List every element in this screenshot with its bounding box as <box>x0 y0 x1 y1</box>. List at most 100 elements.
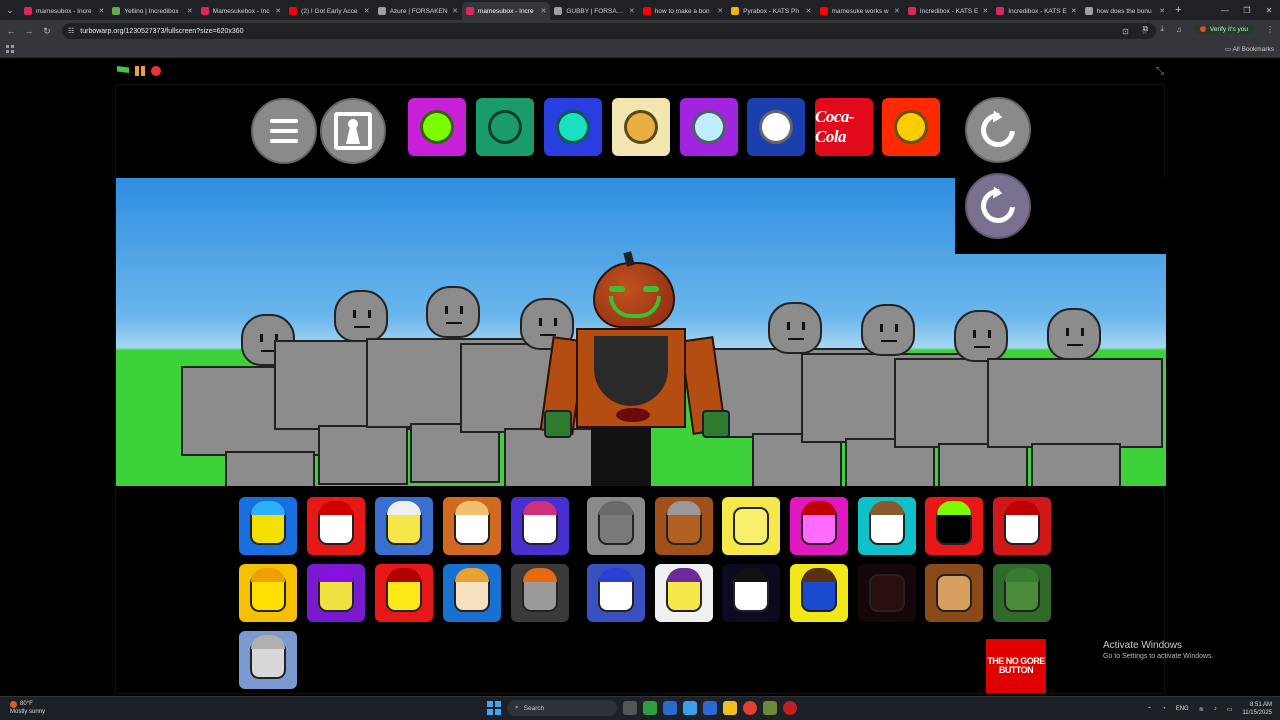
tray-chevron-icon[interactable]: ⌃ <box>1147 706 1152 713</box>
green-flag-icon[interactable] <box>117 66 129 73</box>
minimize-icon[interactable]: — <box>1214 0 1236 20</box>
plain-yellow-icon[interactable] <box>722 497 780 555</box>
url-bar[interactable]: ☷ turbowarp.org/1230527373/fullscreen?si… <box>62 23 1156 39</box>
purple-hair-white-icon[interactable] <box>655 564 713 622</box>
browser-tab[interactable]: Incredibox - KATS E ✕ <box>904 2 992 20</box>
browser-tab[interactable]: mamesuke works w ✕ <box>816 2 904 20</box>
browser-tab[interactable]: how does the bonu ✕ <box>1081 2 1169 20</box>
roblox-icon[interactable] <box>783 701 797 715</box>
straw-hat-white-icon[interactable] <box>443 497 501 555</box>
battery-icon[interactable]: ▭ <box>1227 706 1233 713</box>
browser-tab[interactable]: how to make a bon ✕ <box>639 2 727 20</box>
tab-close-icon[interactable]: ✕ <box>629 7 635 15</box>
wifi-icon[interactable]: ≋ <box>1199 706 1204 713</box>
xbox-icon[interactable] <box>643 701 657 715</box>
close-icon[interactable]: ✕ <box>1258 0 1280 20</box>
browser-tab[interactable]: Incredibox - KATS E ✕ <box>992 2 1080 20</box>
white-hat-yellow-icon[interactable] <box>375 497 433 555</box>
tab-close-icon[interactable]: ✕ <box>982 7 988 15</box>
pepsi-pack[interactable] <box>747 98 805 156</box>
clock[interactable]: 8:51 AM 11/15/2025 <box>1242 701 1272 717</box>
network-icon[interactable]: ◔ <box>1162 706 1166 712</box>
blue-spiky-white-icon[interactable] <box>587 564 645 622</box>
burger-hat-icon[interactable] <box>443 564 501 622</box>
bucket-brown-icon[interactable] <box>655 497 713 555</box>
green-alien-pack[interactable] <box>408 98 466 156</box>
tab-close-icon[interactable]: ✕ <box>275 7 281 15</box>
pause-icon[interactable] <box>135 66 145 76</box>
stop-icon[interactable] <box>151 66 161 76</box>
tab-close-icon[interactable]: ✕ <box>187 7 193 15</box>
grey-visor-icon[interactable] <box>239 631 297 689</box>
extensions-icon[interactable]: ⧉ <box>1143 24 1149 34</box>
grey-cat-icon[interactable] <box>587 497 645 555</box>
apps-grid-icon[interactable] <box>6 45 14 53</box>
cyan-blue-pack[interactable] <box>544 98 602 156</box>
reload-icon[interactable]: ↻ <box>38 26 56 37</box>
store-icon[interactable] <box>663 701 677 715</box>
pink-robot-icon[interactable] <box>790 497 848 555</box>
weather-widget[interactable]: 80°F Mostly sunny <box>10 700 45 716</box>
red-hood-pack[interactable] <box>882 98 940 156</box>
back-icon[interactable]: ← <box>2 26 20 36</box>
volume-icon[interactable]: ♪ <box>1214 706 1217 712</box>
bonus-lock-button[interactable] <box>320 98 386 164</box>
forward-icon[interactable]: → <box>20 26 38 36</box>
project-stage[interactable]: Coca-Cola THE NO GORE BUTTON <box>115 84 1166 694</box>
browser-tab[interactable]: (2) I Got Early Acce ✕ <box>285 2 373 20</box>
edge-icon[interactable] <box>703 701 717 715</box>
red-cap-r-icon[interactable] <box>307 497 365 555</box>
restore-icon[interactable]: ❐ <box>1236 0 1258 20</box>
browser-tab[interactable]: mamesubox - Incre ✕ <box>20 2 108 20</box>
download-icon[interactable]: ⤓ <box>1160 24 1164 34</box>
exit-fullscreen-icon[interactable]: ⤡ <box>1156 66 1164 77</box>
headphones-yellow-icon[interactable] <box>239 497 297 555</box>
brown-hair-cyan-icon[interactable] <box>858 497 916 555</box>
red-headband-yellow-icon[interactable] <box>375 564 433 622</box>
reset-button[interactable] <box>965 97 1031 163</box>
all-bookmarks-link[interactable]: ▭ All Bookmarks <box>1225 45 1274 53</box>
clock-face-pack[interactable] <box>612 98 670 156</box>
browser-tab[interactable]: Yellino | Incredibox ✕ <box>108 2 196 20</box>
tab-close-icon[interactable]: ✕ <box>99 7 105 15</box>
coca-cola-pack[interactable]: Coca-Cola <box>815 98 873 156</box>
no-gore-button[interactable]: THE NO GORE BUTTON <box>986 639 1046 693</box>
start-icon[interactable] <box>487 701 501 715</box>
browser-tab[interactable]: Mamesukebox - Inc ✕ <box>197 2 285 20</box>
menu-button[interactable] <box>251 98 317 164</box>
purple-creature-pack[interactable] <box>680 98 738 156</box>
black-green-horns-icon[interactable] <box>925 497 983 555</box>
green-helmet-icon[interactable] <box>993 564 1051 622</box>
reset-secondary-button[interactable] <box>965 173 1031 239</box>
purple-horns-yellow-icon[interactable] <box>307 564 365 622</box>
sun-face-icon[interactable] <box>239 564 297 622</box>
browser-tab[interactable]: GUBBY | FORSAKEN ✕ <box>550 2 638 20</box>
orange-cap-grey-icon[interactable] <box>511 564 569 622</box>
tab-close-icon[interactable]: ✕ <box>894 7 900 15</box>
dark-hair-black-icon[interactable] <box>722 564 780 622</box>
task-view-icon[interactable] <box>623 701 637 715</box>
menu-dots-icon[interactable]: ⋮ <box>1266 25 1274 34</box>
media-icon[interactable]: ♫ <box>1176 25 1182 34</box>
tab-close-icon[interactable]: ✕ <box>452 7 458 15</box>
flower-crown-white-icon[interactable] <box>511 497 569 555</box>
verify-button[interactable]: Verify it's you <box>1193 24 1254 34</box>
browser-tab[interactable]: Pyrabox - KATS Ph ✕ <box>727 2 815 20</box>
tab-close-icon[interactable]: ✕ <box>1071 7 1077 15</box>
browser-tab[interactable]: Azure | FORSAKEN ✕ <box>374 2 462 20</box>
blue-bug-yellow-icon[interactable] <box>790 564 848 622</box>
site-info-icon[interactable]: ☷ <box>68 27 74 35</box>
tab-close-icon[interactable]: ✕ <box>806 7 812 15</box>
taskbar-search[interactable]: ⌕ Search <box>507 700 617 716</box>
dark-hidden-icon[interactable] <box>858 564 916 622</box>
browser-tab[interactable]: mamesubox - Incre ✕ <box>461 2 551 20</box>
install-icon[interactable]: ⊡ <box>1122 27 1129 36</box>
new-tab-button[interactable]: + <box>1175 4 1181 16</box>
explorer-icon[interactable] <box>723 701 737 715</box>
language-indicator[interactable]: ENG <box>1176 706 1189 712</box>
tab-close-icon[interactable]: ✕ <box>540 7 546 15</box>
brown-tan-icon[interactable] <box>925 564 983 622</box>
tab-close-icon[interactable]: ✕ <box>364 7 370 15</box>
chrome-icon[interactable] <box>743 701 757 715</box>
tab-search-icon[interactable]: ⌄ <box>0 0 20 20</box>
